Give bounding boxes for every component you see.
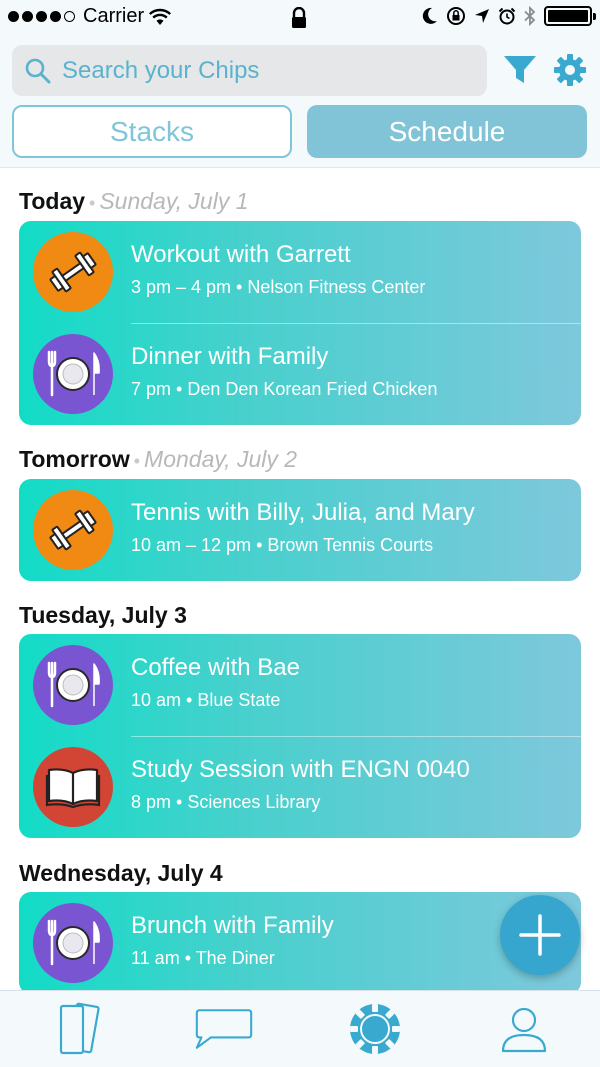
wifi-icon [149, 8, 172, 25]
carrier-group: Carrier [8, 5, 172, 28]
day-header-today: Today • Sunday, July 1 [19, 188, 249, 214]
day-date: Monday, July 2 [144, 446, 298, 472]
gear-icon [554, 54, 586, 86]
tab-messages[interactable] [194, 999, 254, 1059]
tab-chips[interactable] [345, 999, 405, 1059]
day-card-today: Workout with Garrett 3 pm – 4 pm • Nelso… [19, 221, 581, 425]
lock-icon [290, 6, 308, 34]
event-title: Tennis with Billy, Julia, and Mary [131, 499, 475, 526]
search-icon [25, 58, 51, 83]
tab-stacks-label: Stacks [109, 115, 195, 147]
day-date: Sunday, July 1 [99, 188, 249, 214]
day-label: Tuesday, July 3 [19, 602, 187, 628]
event-title: Workout with Garrett [131, 241, 351, 268]
tab-bar [0, 990, 600, 1067]
cards-tab-icon [59, 1002, 100, 1055]
chip-tab-icon [350, 1004, 400, 1054]
day-label: Tomorrow [19, 446, 130, 472]
event-title: Brunch with Family [131, 912, 334, 939]
event-title: Coffee with Bae [131, 654, 300, 681]
event-subtitle: 11 am • The Diner [131, 948, 275, 968]
day-card-tuesday: Coffee with Bae 10 am • Blue State Study… [19, 634, 581, 838]
filter-button[interactable] [503, 54, 537, 86]
book-icon [33, 747, 113, 827]
plate-icon [33, 334, 113, 414]
day-card-tomorrow: Tennis with Billy, Julia, and Mary 10 am… [19, 479, 581, 581]
event-item[interactable]: Coffee with Bae 10 am • Blue State [19, 634, 581, 736]
tab-stacks[interactable]: Stacks [12, 105, 292, 158]
rotation-lock-icon [447, 7, 465, 25]
event-subtitle: 7 pm • Den Den Korean Fried Chicken [131, 379, 438, 399]
day-header-tuesday: Tuesday, July 3 [19, 602, 187, 629]
filter-icon [504, 56, 536, 83]
day-card-wednesday: Brunch with Family 11 am • The Diner [19, 892, 581, 990]
add-chip-button[interactable] [500, 895, 580, 975]
tab-schedule-label: Schedule [388, 115, 506, 147]
moon-icon [422, 7, 437, 24]
day-label: Today [19, 188, 86, 214]
tab-profile[interactable] [494, 999, 554, 1059]
header: Search your Chips Stacks Schedule [0, 36, 600, 168]
bluetooth-icon [524, 6, 536, 26]
day-header-wednesday: Wednesday, July 4 [19, 860, 223, 887]
dumbbell-icon [33, 490, 113, 570]
tab-cards[interactable] [48, 999, 108, 1059]
day-header-tomorrow: Tomorrow • Monday, July 2 [19, 446, 298, 472]
status-icons [422, 6, 596, 26]
day-label: Wednesday, July 4 [19, 860, 223, 886]
event-item[interactable]: Workout with Garrett 3 pm – 4 pm • Nelso… [19, 221, 581, 323]
event-subtitle: 8 pm • Sciences Library [131, 792, 321, 812]
search-placeholder: Search your Chips [62, 56, 260, 84]
plus-icon [519, 914, 561, 956]
signal-strength-icon [8, 11, 75, 22]
tab-schedule[interactable]: Schedule [307, 105, 587, 158]
profile-tab-icon [501, 1007, 547, 1053]
event-item[interactable]: Brunch with Family 11 am • The Diner [19, 892, 581, 990]
status-bar: Carrier [0, 0, 600, 36]
schedule-list[interactable]: Today • Sunday, July 1 Workout with Garret… [0, 168, 600, 990]
event-subtitle: 10 am – 12 pm • Brown Tennis Courts [131, 535, 434, 555]
location-arrow-icon [475, 9, 489, 23]
battery-icon [544, 6, 596, 26]
settings-button[interactable] [553, 53, 587, 87]
carrier-label: Carrier [83, 5, 145, 27]
event-item[interactable]: Tennis with Billy, Julia, and Mary 10 am… [19, 479, 581, 581]
alarm-icon [498, 7, 516, 25]
dumbbell-icon [33, 232, 113, 312]
event-item[interactable]: Dinner with Family 7 pm • Den Den Korean… [19, 323, 581, 425]
search-input[interactable]: Search your Chips [12, 45, 487, 96]
plate-icon [33, 903, 113, 983]
plate-icon [33, 645, 113, 725]
chat-tab-icon [195, 1009, 253, 1049]
event-item[interactable]: Study Session with ENGN 0040 8 pm • Scie… [19, 736, 581, 838]
event-title: Study Session with ENGN 0040 [131, 756, 470, 783]
event-subtitle: 10 am • Blue State [131, 690, 281, 710]
event-subtitle: 3 pm – 4 pm • Nelson Fitness Center [131, 277, 426, 297]
event-title: Dinner with Family [131, 343, 329, 370]
